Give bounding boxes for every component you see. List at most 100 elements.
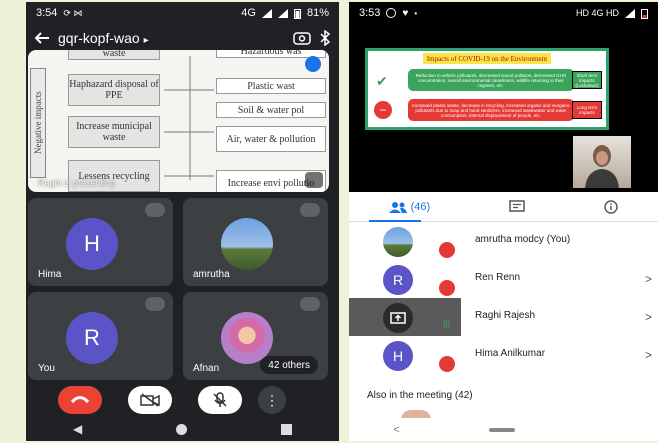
chevron-right-icon[interactable]: > [645, 348, 652, 362]
mic-toggle-button[interactable] [198, 386, 242, 414]
switch-camera-icon[interactable] [293, 31, 311, 45]
avatar: H [66, 218, 118, 270]
people-count: (46) [410, 200, 431, 213]
whatsapp-icon [386, 8, 397, 18]
mic-off-icon [439, 280, 455, 296]
slide-box: Haphazard disposal of PPE [68, 74, 160, 106]
meeting-code-button[interactable]: gqr-kopf-wao ▸ [58, 30, 285, 46]
tab-chat[interactable] [509, 199, 526, 214]
slide-side-label: Long term impacts [572, 101, 602, 119]
battery-icon [293, 8, 301, 19]
avatar: R [383, 265, 413, 295]
participant-name: Hima [38, 269, 62, 280]
avatar-landscape [383, 227, 413, 257]
people-icon [388, 201, 407, 213]
dot-icon: • [414, 8, 418, 18]
nav-home-pill-icon[interactable] [488, 427, 515, 432]
others-count-badge[interactable]: 42 others [260, 356, 318, 374]
list-item[interactable]: ||| Raghi Rajesh > [349, 298, 658, 336]
battery-icon [641, 8, 648, 19]
list-item[interactable]: R Ren Renn > [349, 260, 658, 298]
fullscreen-icon[interactable] [305, 172, 323, 188]
participant-tile[interactable]: Afnan 42 others [183, 292, 328, 380]
info-icon [604, 199, 619, 214]
participant-tile[interactable]: amrutha [183, 198, 328, 286]
status-bar: 3:53 ♥ • HD 4G HD [349, 2, 658, 24]
left-phone-screen: 3:54 ⟳ ⋈ 4G 81% gqr-kopf-wao ▸ Negative … [26, 2, 339, 441]
presentation-view[interactable]: Negative impacts waste Haphazard disposa… [28, 50, 329, 192]
mic-off-icon [145, 203, 165, 217]
network-label: HD 4G HD [575, 8, 619, 18]
signal-icon [625, 8, 635, 18]
camera-off-icon [140, 393, 160, 407]
nav-home-icon[interactable] [176, 423, 188, 435]
list-item[interactable]: H Hima Anilkumar > [349, 336, 658, 374]
android-nav-bar: ◀ [26, 417, 339, 441]
participant-name: Afnan [193, 363, 220, 374]
present-screen-icon [383, 303, 413, 333]
nav-back-icon[interactable]: ◀ [73, 422, 82, 436]
mic-off-icon [439, 242, 455, 258]
slide-vertical-label: Negative impacts [30, 68, 46, 178]
camera-toggle-button[interactable] [128, 386, 172, 414]
mic-off-icon [145, 297, 165, 311]
nav-back-icon[interactable]: < [393, 424, 399, 436]
chevron-right-icon: ▸ [143, 35, 149, 46]
participant-name: Ren Renn [475, 272, 521, 283]
chevron-right-icon[interactable]: > [645, 310, 652, 324]
participants-list: amrutha modcy (You) R Ren Renn > ||| Rag… [349, 222, 658, 420]
participant-name: amrutha [193, 269, 230, 280]
battery-percent: 81% [306, 7, 329, 19]
slide-box-right: Air, water & pollution [216, 126, 326, 152]
nav-recents-icon[interactable] [281, 423, 293, 435]
status-time: 3:53 [359, 7, 381, 19]
slide-title: Impacts of COVID-19 on the Environment [423, 53, 551, 64]
meeting-code: gqr-kopf-wao [58, 30, 140, 46]
slide-box: waste [68, 50, 160, 60]
slide-box: Increase municipal waste [68, 116, 160, 148]
list-item[interactable]: amrutha modcy (You) [349, 222, 658, 260]
status-bar: 3:54 ⟳ ⋈ 4G 81% [26, 2, 339, 24]
back-arrow-icon[interactable] [34, 31, 50, 45]
mic-off-icon [439, 356, 455, 372]
more-vert-icon: ⋮ [265, 392, 279, 408]
participant-tile[interactable]: H Hima [28, 198, 173, 286]
avatar: R [66, 312, 118, 364]
network-label: 4G [241, 7, 256, 19]
more-options-button[interactable]: ⋮ [258, 386, 286, 414]
minus-icon: − [374, 101, 392, 119]
signal-icon [261, 8, 272, 18]
slide-row-negative: Increased plastic waste, decrease in rec… [408, 99, 574, 121]
tab-info[interactable] [604, 199, 619, 214]
android-nav-bar: < [349, 418, 658, 441]
chat-icon [509, 199, 526, 212]
meeting-topbar: gqr-kopf-wao ▸ [26, 24, 339, 52]
avatar: H [383, 341, 413, 371]
right-phone-screen: 3:53 ♥ • HD 4G HD Impacts of COVID-19 on… [349, 2, 658, 441]
participant-tile[interactable]: R You [28, 292, 173, 380]
shared-slide[interactable]: Impacts of COVID-19 on the Environment ✔… [365, 48, 609, 130]
participant-name: amrutha modcy (You) [475, 234, 571, 245]
end-call-button[interactable] [58, 386, 102, 414]
participants-tabs: (46) [349, 192, 658, 222]
signal-icon-2 [277, 8, 288, 18]
bluetooth-audio-icon[interactable] [319, 30, 331, 46]
tab-people[interactable]: (46) [388, 200, 431, 213]
speaking-indicator-icon: ||| [443, 318, 451, 328]
avatar-landscape [221, 218, 273, 270]
chevron-right-icon[interactable]: > [645, 272, 652, 286]
self-video[interactable] [573, 136, 631, 188]
mic-off-icon [213, 392, 227, 407]
check-icon: ✔ [376, 73, 388, 89]
slide-box-right: Soil & water pol [216, 102, 326, 118]
participant-name: You [38, 363, 55, 374]
slide-row-positive: Reduction in vehicle pollutants, decreas… [408, 69, 574, 91]
pin-icon[interactable] [305, 56, 321, 72]
phone-hangup-icon [70, 396, 90, 404]
participant-name: Raghi Rajesh [475, 310, 536, 321]
mic-off-icon [300, 203, 320, 217]
status-icons: ⟳ ⋈ [63, 7, 83, 18]
status-time: 3:54 [36, 7, 58, 19]
person-video-thumbnail [585, 145, 619, 188]
heart-icon: ♥ [402, 7, 409, 19]
